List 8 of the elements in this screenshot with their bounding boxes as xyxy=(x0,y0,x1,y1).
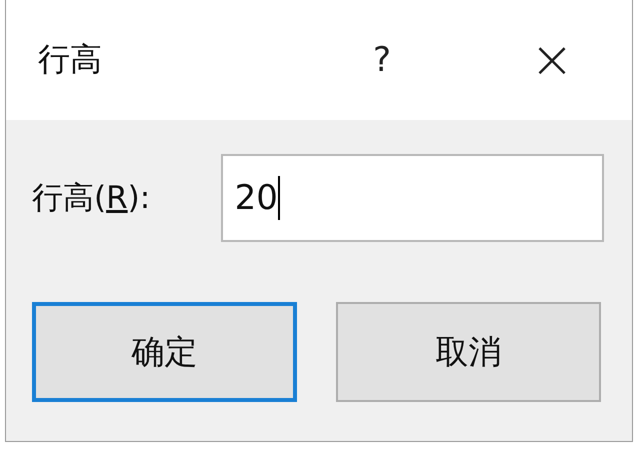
window-title: 行高 xyxy=(38,39,103,80)
input-field[interactable]: 20 xyxy=(220,154,604,242)
close-button[interactable]: × xyxy=(512,30,592,90)
help-button[interactable]: ? xyxy=(352,40,412,80)
text-caret xyxy=(278,176,280,220)
ok-button[interactable]: 确定 xyxy=(32,302,297,402)
field-label: 行高(R): xyxy=(32,179,152,218)
cancel-button[interactable]: 取消 xyxy=(336,302,601,402)
